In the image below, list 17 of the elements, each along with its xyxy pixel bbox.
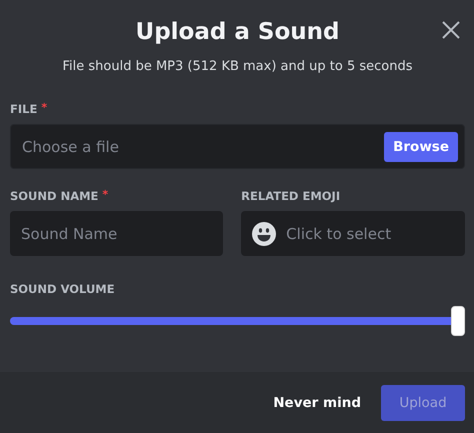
slider-thumb[interactable] (451, 306, 465, 336)
browse-button[interactable]: Browse (384, 132, 458, 162)
field-label: SOUND VOLUME (10, 282, 115, 296)
file-field[interactable]: Choose a file Browse (10, 124, 465, 169)
dialog-title: Upload a Sound (136, 18, 340, 47)
required-mark: * (41, 102, 48, 114)
cancel-button[interactable]: Never mind (269, 394, 365, 410)
volume-slider[interactable] (10, 306, 465, 336)
close-icon[interactable] (441, 20, 461, 40)
dialog-subtitle: File should be MP3 (512 KB max) and up to 5 seconds (62, 58, 414, 76)
required-mark: * (102, 189, 108, 201)
field-label: FILE (10, 102, 38, 116)
smiley-icon (252, 222, 276, 246)
field-label: RELATED EMOJI (241, 189, 340, 203)
field-label: SOUND NAME (10, 189, 98, 203)
sound-name-field[interactable]: Sound Name (10, 211, 224, 256)
emoji-picker-field[interactable]: Click to select (241, 211, 465, 256)
